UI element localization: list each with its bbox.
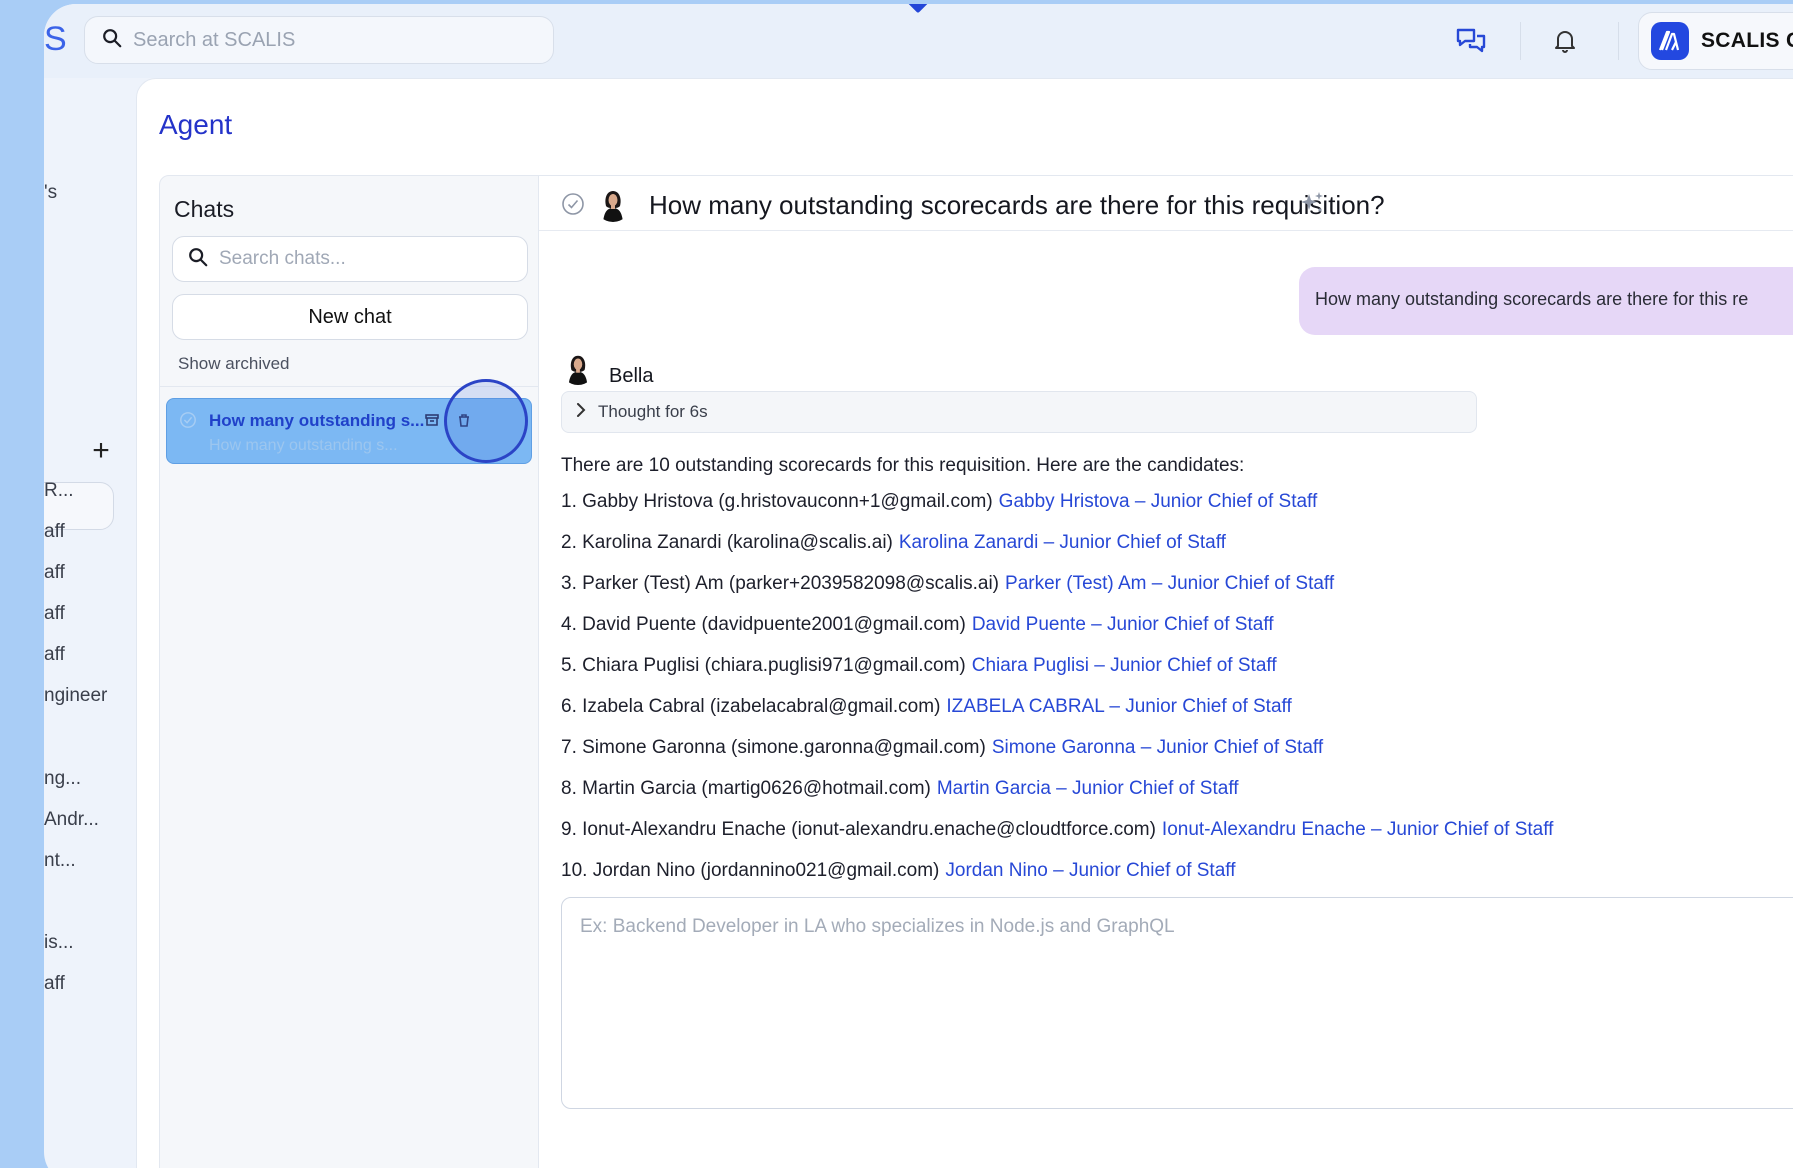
candidate-link[interactable]: Parker (Test) Am – Junior Chief of Staff: [1005, 573, 1334, 595]
show-archived-link[interactable]: Show archived: [178, 354, 290, 374]
top-divider: [1618, 22, 1619, 60]
list-item: 4. David Puente (davidpuente2001@gmail.c…: [561, 604, 1553, 645]
page-title: Agent: [159, 109, 233, 140]
user-message: How many outstanding scorecards are ther…: [1299, 267, 1793, 335]
avatar: [561, 351, 595, 385]
conversation-title: How many outstanding scorecards are ther…: [649, 190, 1385, 220]
avatar: [595, 186, 631, 222]
conversation-header: How many outstanding scorecards are ther…: [539, 175, 1793, 231]
message-composer: [561, 897, 1793, 1109]
candidate-text: 3. Parker (Test) Am (parker+2039582098@s…: [561, 572, 1000, 594]
archive-icon[interactable]: [421, 409, 443, 431]
nav-item-fragment[interactable]: aff: [44, 644, 65, 666]
chat-list-panel: Chats New chat Show archived How many ou…: [159, 175, 539, 1168]
list-item: 3. Parker (Test) Am (parker+2039582098@s…: [561, 563, 1553, 604]
candidate-text: 4. David Puente (davidpuente2001@gmail.c…: [561, 613, 966, 635]
nav-item-fragment[interactable]: nt...: [44, 850, 76, 872]
global-search[interactable]: [84, 16, 554, 64]
top-divider: [1520, 22, 1521, 60]
app-window: S SCALIS C 's + R... aff aff aff a: [44, 4, 1793, 1168]
nav-item-fragment[interactable]: aff: [44, 603, 65, 625]
candidate-text: 5. Chiara Puglisi (chiara.puglisi971@gma…: [561, 654, 966, 676]
org-name: SCALIS C: [1701, 29, 1793, 52]
check-circle-icon: [179, 411, 197, 434]
sparkle-icon[interactable]: [1299, 190, 1325, 221]
check-circle-icon[interactable]: [561, 192, 585, 221]
candidate-link[interactable]: David Puente – Junior Chief of Staff: [972, 614, 1274, 636]
answer-intro: There are 10 outstanding scorecards for …: [561, 455, 1245, 476]
list-item: 9. Ionut-Alexandru Enache (ionut-alexand…: [561, 809, 1553, 850]
candidate-list: 1. Gabby Hristova (g.hristovauconn+1@gma…: [561, 481, 1553, 891]
nav-item-fragment[interactable]: aff: [44, 521, 65, 543]
nav-item-fragment[interactable]: R...: [44, 480, 74, 502]
list-item: 2. Karolina Zanardi (karolina@scalis.ai)…: [561, 522, 1553, 563]
chevron-right-icon: [576, 402, 586, 422]
candidate-text: 9. Ionut-Alexandru Enache (ionut-alexand…: [561, 818, 1156, 840]
new-chat-button[interactable]: New chat: [172, 294, 528, 340]
chat-item-title: How many outstanding s...: [209, 411, 425, 430]
chat-search[interactable]: [172, 236, 528, 282]
candidate-text: 8. Martin Garcia (martig0626@hotmail.com…: [561, 777, 931, 799]
list-item: 7. Simone Garonna (simone.garonna@gmail.…: [561, 727, 1553, 768]
search-icon: [101, 27, 123, 54]
cursor-highlight: [444, 379, 528, 463]
candidate-link[interactable]: Ionut-Alexandru Enache – Junior Chief of…: [1162, 819, 1554, 841]
search-icon: [187, 246, 209, 273]
app-logo[interactable]: S: [44, 20, 67, 59]
candidate-link[interactable]: Karolina Zanardi – Junior Chief of Staff: [899, 532, 1226, 554]
org-switcher[interactable]: SCALIS C: [1638, 12, 1793, 70]
thought-label: Thought for 6s: [598, 402, 708, 421]
nav-item-fragment[interactable]: is...: [44, 932, 74, 954]
list-item: 5. Chiara Puglisi (chiara.puglisi971@gma…: [561, 645, 1553, 686]
list-item: 10. Jordan Nino (jordannino021@gmail.com…: [561, 850, 1553, 891]
candidate-link[interactable]: Chiara Puglisi – Junior Chief of Staff: [972, 655, 1277, 677]
candidate-text: 2. Karolina Zanardi (karolina@scalis.ai): [561, 531, 893, 553]
chats-heading: Chats: [174, 196, 235, 222]
candidate-link[interactable]: Martin Garcia – Junior Chief of Staff: [937, 778, 1239, 800]
conversation-panel: How many outstanding scorecards are ther…: [539, 175, 1793, 1168]
chat-search-input[interactable]: [219, 248, 509, 270]
scalis-logo-icon: [1651, 22, 1689, 60]
nav-item-fragment[interactable]: aff: [44, 973, 65, 995]
candidate-link[interactable]: Gabby Hristova – Junior Chief of Staff: [999, 491, 1318, 513]
plus-icon[interactable]: +: [86, 436, 116, 466]
candidate-link[interactable]: IZABELA CABRAL – Junior Chief of Staff: [946, 696, 1291, 718]
nav-item-fragment[interactable]: ngineer: [44, 685, 107, 707]
nav-item-fragment[interactable]: aff: [44, 562, 65, 584]
list-item: 1. Gabby Hristova (g.hristovauconn+1@gma…: [561, 481, 1553, 522]
thought-toggle[interactable]: Thought for 6s: [561, 391, 1477, 433]
candidate-text: 7. Simone Garonna (simone.garonna@gmail.…: [561, 736, 986, 758]
list-item: 6. Izabela Cabral (izabelacabral@gmail.c…: [561, 686, 1553, 727]
nav-item-fragment[interactable]: Andr...: [44, 809, 99, 831]
list-item: 8. Martin Garcia (martig0626@hotmail.com…: [561, 768, 1553, 809]
message-input[interactable]: [562, 898, 1793, 1108]
candidate-text: 6. Izabela Cabral (izabelacabral@gmail.c…: [561, 695, 941, 717]
chat-bubbles-icon[interactable]: [1454, 24, 1488, 58]
candidate-link[interactable]: Jordan Nino – Junior Chief of Staff: [945, 860, 1235, 882]
agent-name: Bella: [609, 365, 654, 387]
top-bar: S SCALIS C: [44, 4, 1793, 78]
chat-item-subtitle: How many outstanding s...: [209, 437, 398, 454]
candidate-text: 1. Gabby Hristova (g.hristovauconn+1@gma…: [561, 490, 993, 512]
main-content: Agent Chats New chat Show archived How m…: [136, 78, 1793, 1168]
global-search-input[interactable]: [133, 28, 533, 52]
nav-item-fragment[interactable]: 's: [44, 182, 57, 204]
candidate-text: 10. Jordan Nino (jordannino021@gmail.com…: [561, 859, 940, 881]
nav-item-fragment[interactable]: ng...: [44, 768, 81, 790]
bell-icon[interactable]: [1548, 24, 1582, 58]
candidate-link[interactable]: Simone Garonna – Junior Chief of Staff: [992, 737, 1323, 759]
top-marker: [906, 4, 930, 14]
